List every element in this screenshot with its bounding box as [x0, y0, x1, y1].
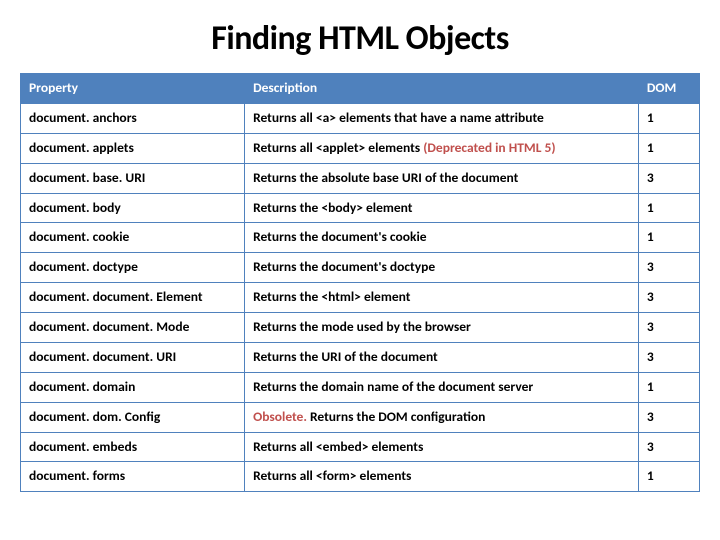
note-text: (Deprecated in HTML 5) — [423, 139, 555, 156]
cell-description: Returns the URI of the document — [245, 342, 639, 372]
cell-description: Returns the domain name of the document … — [245, 372, 639, 402]
table-row: document. document. ModeReturns the mode… — [21, 313, 700, 343]
page-title: Finding HTML Objects — [20, 18, 700, 59]
cell-description: Returns all <a> elements that have a nam… — [245, 103, 639, 133]
cell-property: document. domain — [21, 372, 245, 402]
cell-dom: 1 — [638, 462, 699, 492]
cell-description: Returns the document's cookie — [245, 223, 639, 253]
cell-property: document. body — [21, 193, 245, 223]
cell-description: Returns the document's doctype — [245, 253, 639, 283]
cell-property: document. anchors — [21, 103, 245, 133]
table-row: document. formsReturns all <form> elemen… — [21, 462, 700, 492]
cell-dom: 3 — [638, 342, 699, 372]
cell-dom: 3 — [638, 283, 699, 313]
cell-description: Obsolete. Returns the DOM configuration — [245, 402, 639, 432]
cell-property: document. applets — [21, 133, 245, 163]
table-row: document. bodyReturns the <body> element… — [21, 193, 700, 223]
cell-dom: 3 — [638, 402, 699, 432]
table-header-row: Property Description DOM — [21, 74, 700, 104]
table-row: document. anchorsReturns all <a> element… — [21, 103, 700, 133]
table-row: document. doctypeReturns the document's … — [21, 253, 700, 283]
cell-property: document. embeds — [21, 432, 245, 462]
cell-dom: 3 — [638, 163, 699, 193]
cell-property: document. document. Mode — [21, 313, 245, 343]
cell-property: document. document. Element — [21, 283, 245, 313]
cell-dom: 1 — [638, 193, 699, 223]
cell-description: Returns all <applet> elements (Deprecate… — [245, 133, 639, 163]
cell-description: Returns the <html> element — [245, 283, 639, 313]
cell-description: Returns the mode used by the browser — [245, 313, 639, 343]
col-header-description: Description — [245, 74, 639, 104]
cell-dom: 1 — [638, 103, 699, 133]
cell-dom: 1 — [638, 372, 699, 402]
table-row: document. document. ElementReturns the <… — [21, 283, 700, 313]
cell-dom: 3 — [638, 253, 699, 283]
cell-property: document. document. URI — [21, 342, 245, 372]
cell-property: document. doctype — [21, 253, 245, 283]
properties-table: Property Description DOM document. ancho… — [20, 73, 700, 492]
note-text: Obsolete. — [253, 408, 307, 425]
table-row: document. base. URIReturns the absolute … — [21, 163, 700, 193]
cell-dom: 3 — [638, 432, 699, 462]
col-header-property: Property — [21, 74, 245, 104]
table-row: document. document. URIReturns the URI o… — [21, 342, 700, 372]
cell-description: Returns the absolute base URI of the doc… — [245, 163, 639, 193]
table-row: document. appletsReturns all <applet> el… — [21, 133, 700, 163]
cell-property: document. forms — [21, 462, 245, 492]
cell-description: Returns the <body> element — [245, 193, 639, 223]
table-row: document. embedsReturns all <embed> elem… — [21, 432, 700, 462]
col-header-dom: DOM — [638, 74, 699, 104]
cell-description: Returns all <form> elements — [245, 462, 639, 492]
table-row: document. dom. ConfigObsolete. Returns t… — [21, 402, 700, 432]
cell-description: Returns all <embed> elements — [245, 432, 639, 462]
cell-dom: 1 — [638, 223, 699, 253]
cell-dom: 1 — [638, 133, 699, 163]
cell-property: document. cookie — [21, 223, 245, 253]
cell-property: document. dom. Config — [21, 402, 245, 432]
cell-dom: 3 — [638, 313, 699, 343]
cell-property: document. base. URI — [21, 163, 245, 193]
table-row: document. domainReturns the domain name … — [21, 372, 700, 402]
table-row: document. cookieReturns the document's c… — [21, 223, 700, 253]
